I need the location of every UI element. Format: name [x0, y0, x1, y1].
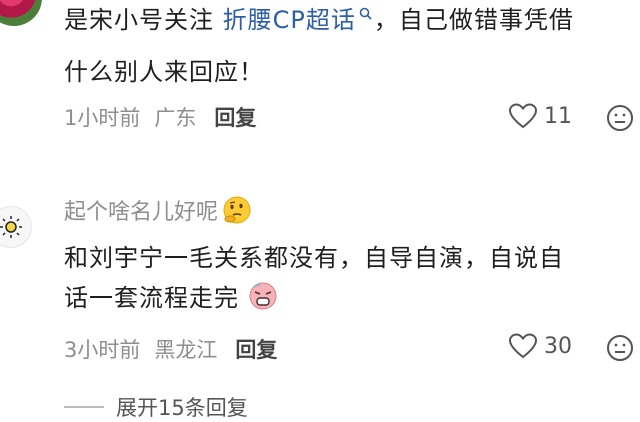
- reply-button[interactable]: 回复: [235, 334, 277, 364]
- comment-2-text: 和刘宇宁一毛关系都没有，自导自演，自说自: [64, 244, 564, 272]
- avatar[interactable]: [0, 206, 32, 248]
- like-button[interactable]: 30: [508, 332, 572, 360]
- expand-replies-label: 展开15条回复: [116, 396, 248, 420]
- comment-2-text-line2: 话一套流程走完: [64, 280, 278, 316]
- like-count: 30: [544, 333, 572, 359]
- comment-1-meta: 1小时前 广东 回复: [64, 102, 256, 132]
- tired-emoji-icon: [249, 282, 277, 310]
- comment-1-text-line2: 什么别人来回应！: [64, 58, 264, 86]
- timestamp: 3小时前: [64, 338, 141, 362]
- dislike-face-icon[interactable]: [606, 104, 634, 132]
- heart-icon: [508, 333, 538, 359]
- comment-2-meta: 3小时前 黑龙江 回复: [64, 334, 277, 364]
- avatar[interactable]: [0, 0, 42, 26]
- search-icon: [359, 7, 372, 20]
- like-button[interactable]: 11: [508, 102, 572, 130]
- location: 黑龙江: [154, 338, 218, 362]
- location: 广东: [154, 106, 197, 130]
- comment-1-text: 是宋小号关注 折腰CP超话 ，自己做错事凭借: [64, 6, 574, 34]
- sun-icon: [0, 216, 22, 238]
- expand-replies-button[interactable]: 展开15条回复: [64, 392, 248, 422]
- reply-button[interactable]: 回复: [214, 102, 256, 132]
- timestamp: 1小时前: [64, 106, 141, 130]
- divider: [64, 406, 104, 408]
- like-count: 11: [544, 103, 572, 129]
- topic-link[interactable]: 折腰CP超话: [223, 6, 374, 34]
- heart-icon: [508, 103, 538, 129]
- thinking-emoji-icon: [223, 196, 251, 224]
- username[interactable]: 起个啥名儿好呢: [64, 194, 252, 226]
- dislike-face-icon[interactable]: [606, 334, 634, 362]
